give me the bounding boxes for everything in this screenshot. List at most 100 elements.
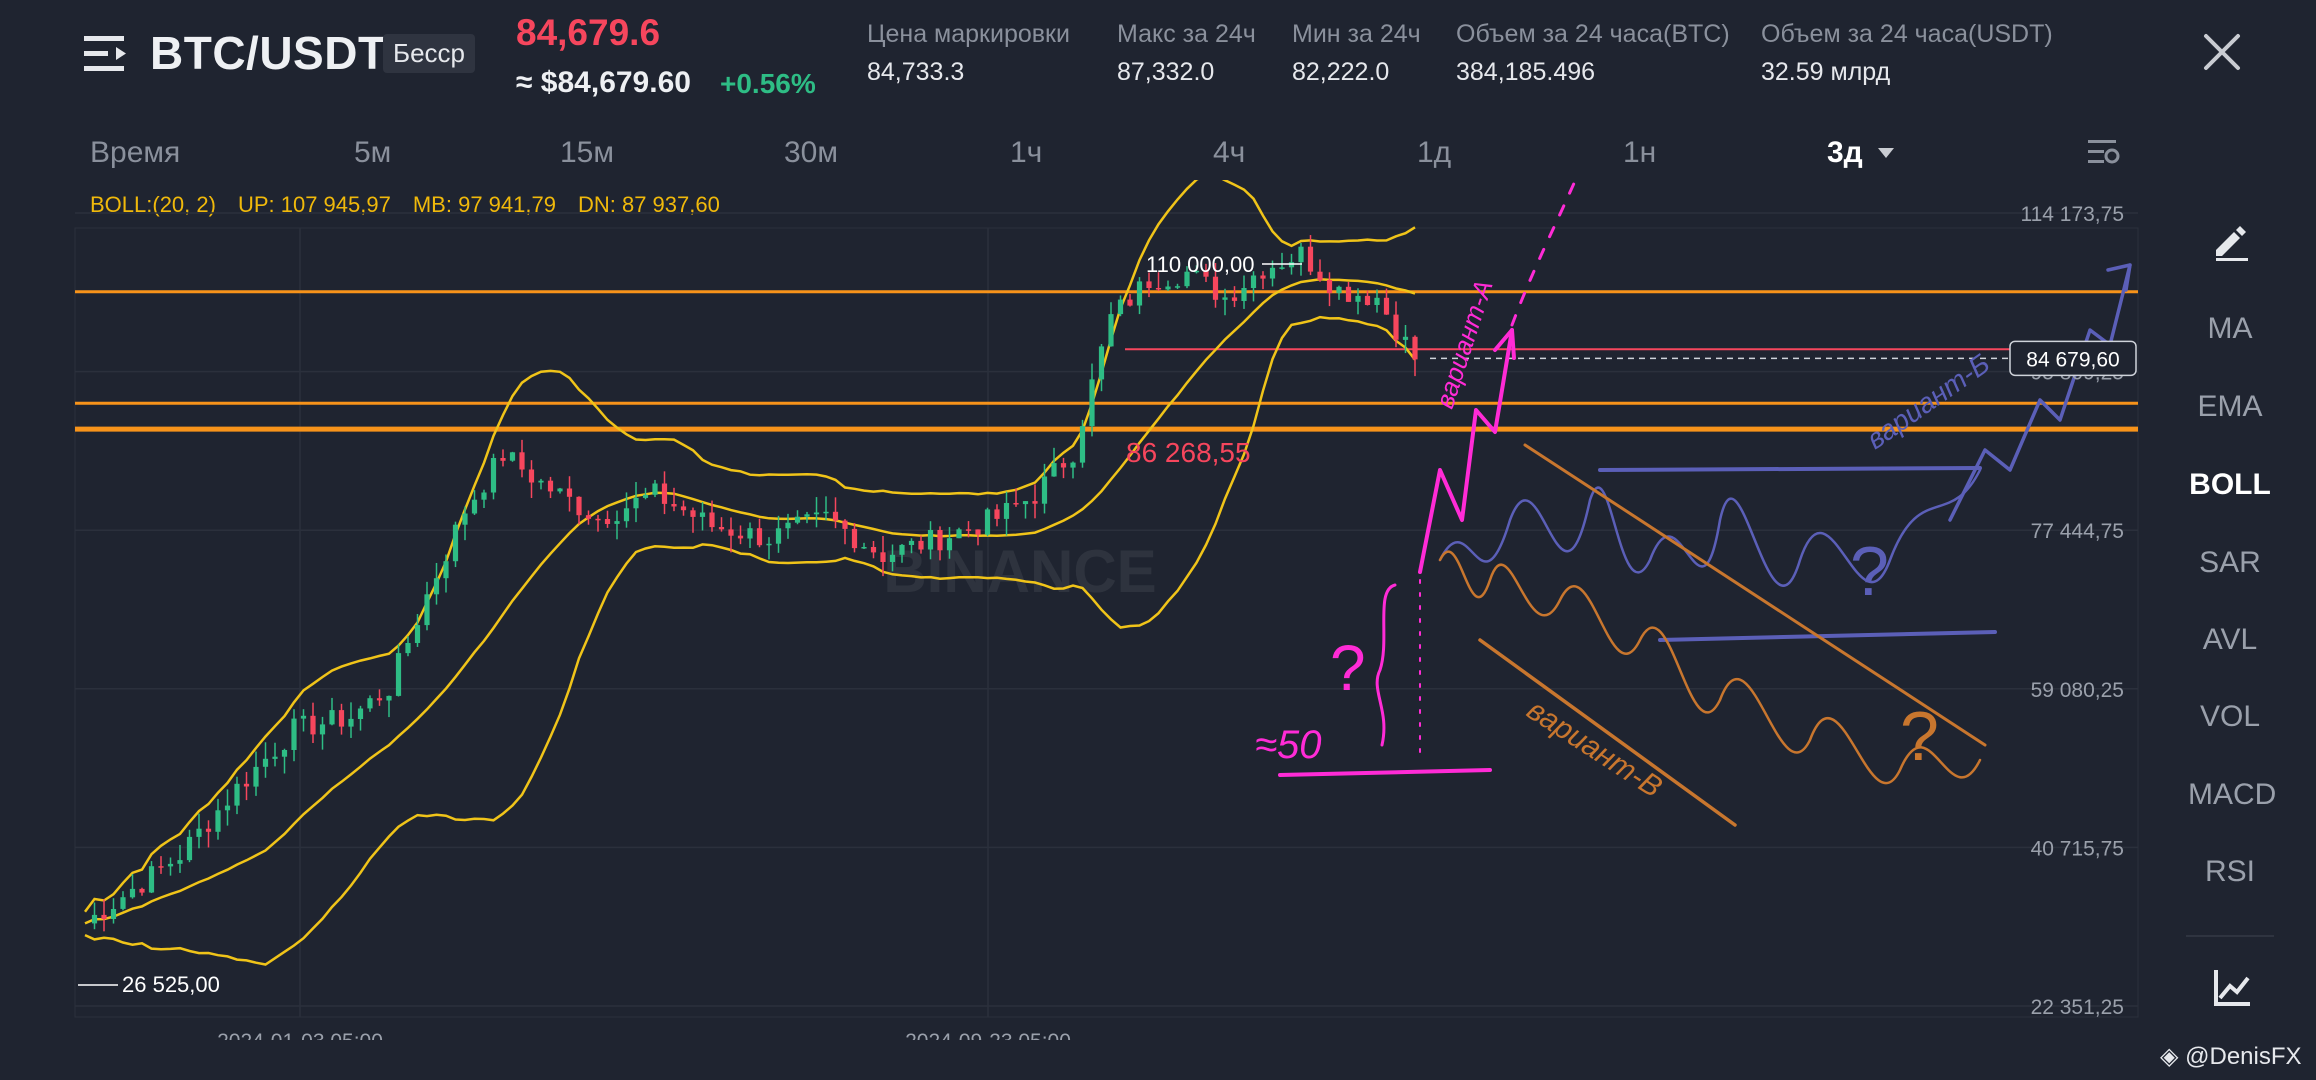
indicator-sar[interactable]: SAR xyxy=(2188,546,2272,580)
question-mark-bottom: ? xyxy=(1900,697,1939,775)
candle-body xyxy=(1402,336,1409,340)
binance-watermark: BINANCE xyxy=(883,538,1156,605)
close-icon[interactable] xyxy=(2200,30,2244,74)
y-tick-label: 59 080,25 xyxy=(2031,679,2124,702)
candle-body xyxy=(1336,286,1342,294)
candle-body xyxy=(424,594,430,626)
tab-30m[interactable]: 30м xyxy=(784,136,838,170)
boll-lower-band xyxy=(84,315,1416,966)
tab-5m[interactable]: 5м xyxy=(354,136,391,170)
panel-divider xyxy=(2186,935,2274,937)
candle-body xyxy=(367,698,373,709)
candle-body xyxy=(994,509,1000,519)
candle-body xyxy=(433,578,440,595)
x-tick-label: 2024-09-23 05:00 xyxy=(905,1030,1071,1040)
candle-body xyxy=(1317,271,1323,280)
candle-body xyxy=(813,512,820,515)
candle-body xyxy=(785,522,791,529)
candle-body xyxy=(215,810,221,832)
candle-body xyxy=(984,509,991,535)
tab-15m[interactable]: 15м xyxy=(560,136,614,170)
tab-1d[interactable]: 1д xyxy=(1417,136,1451,170)
candle-body xyxy=(756,528,763,546)
contract-type-badge: Бесср xyxy=(383,34,475,73)
candle-body xyxy=(1374,297,1380,305)
candle-body xyxy=(680,506,687,511)
low-price-label: 26 525,00 xyxy=(122,972,220,997)
tab-4h[interactable]: 4ч xyxy=(1213,136,1245,170)
candle-body xyxy=(395,653,402,696)
candle-body xyxy=(386,695,392,701)
candle-body xyxy=(262,758,269,767)
low-24h-label: Мин за 24ч xyxy=(1292,20,1421,48)
volume-usdt-label: Объем за 24 часа(USDT) xyxy=(1761,20,2053,48)
symbol-title[interactable]: BTC/USDT xyxy=(150,26,387,80)
candle-body xyxy=(1108,314,1114,347)
indicator-vol[interactable]: VOL xyxy=(2188,700,2272,734)
indicator-rsi[interactable]: RSI xyxy=(2188,855,2272,889)
candle-body xyxy=(196,828,202,837)
tab-3d[interactable]: 3д xyxy=(1827,136,1863,170)
approx-line xyxy=(1278,768,1492,777)
candle-body xyxy=(414,625,421,643)
author-handle: @DenisFX xyxy=(2185,1043,2302,1070)
volume-btc-value: 384,185.496 xyxy=(1456,58,1596,86)
mark-price-value: 84,733.3 xyxy=(867,58,965,86)
candle-body xyxy=(490,458,497,493)
candle-body xyxy=(842,520,848,529)
candle-body xyxy=(718,527,725,530)
trend-chart-icon[interactable] xyxy=(2210,966,2254,1010)
candle-body xyxy=(595,518,601,521)
tab-time[interactable]: Время xyxy=(90,136,180,170)
price-chart[interactable]: BINANCE 110 000,0026 525,0086 268,55150+… xyxy=(0,180,2316,1040)
candle-body xyxy=(120,897,126,909)
variant-a-dashed-path xyxy=(1510,180,1578,327)
candle-body xyxy=(633,497,639,509)
candle-body xyxy=(1393,314,1399,340)
candle-body xyxy=(956,529,962,539)
candle-body xyxy=(870,547,877,553)
candle-body xyxy=(471,499,478,514)
variant-b-level xyxy=(1598,466,1982,472)
indicator-ma[interactable]: MA xyxy=(2188,312,2272,346)
chevron-down-icon[interactable] xyxy=(1876,146,1896,160)
indicator-macd[interactable]: MACD xyxy=(2188,778,2276,812)
tab-1w[interactable]: 1н xyxy=(1623,136,1656,170)
indicator-ema[interactable]: EMA xyxy=(2188,390,2272,424)
candle-body xyxy=(728,529,734,536)
tab-1h[interactable]: 1ч xyxy=(1010,136,1042,170)
candle-body xyxy=(737,535,744,539)
candle-body xyxy=(243,783,250,787)
candle-body xyxy=(1022,501,1029,505)
indicator-avl[interactable]: AVL xyxy=(2188,623,2272,657)
left-brace xyxy=(1375,583,1397,747)
lower-purple-line xyxy=(1658,630,1997,642)
menu-icon[interactable] xyxy=(82,30,130,78)
candle-body xyxy=(766,543,772,546)
candle-body xyxy=(452,524,459,562)
candle-body xyxy=(1231,297,1238,301)
candle-body xyxy=(528,469,535,483)
candle-body xyxy=(975,529,981,535)
candle-body xyxy=(1117,299,1124,315)
candle-body xyxy=(224,805,231,811)
candle-body xyxy=(566,488,573,497)
indicator-boll[interactable]: BOLL xyxy=(2188,468,2272,502)
candle-body xyxy=(1089,379,1095,427)
candle-body xyxy=(1070,462,1076,468)
candle-body xyxy=(519,452,525,470)
chart-settings-icon[interactable] xyxy=(2084,134,2122,172)
candle-body xyxy=(500,458,506,461)
candle-body xyxy=(205,828,212,832)
candle-body xyxy=(1355,295,1361,302)
candle-body xyxy=(690,510,696,517)
candle-body xyxy=(186,836,193,861)
horizontal-levels xyxy=(75,290,2138,432)
current-price-label: 84 679,60 xyxy=(2026,348,2119,371)
candle-body xyxy=(462,513,468,525)
candle-body xyxy=(357,708,364,719)
candle-body xyxy=(481,492,487,500)
candle-body xyxy=(148,866,155,893)
candle-body xyxy=(1279,267,1285,269)
drawing-icon[interactable] xyxy=(2210,218,2254,262)
